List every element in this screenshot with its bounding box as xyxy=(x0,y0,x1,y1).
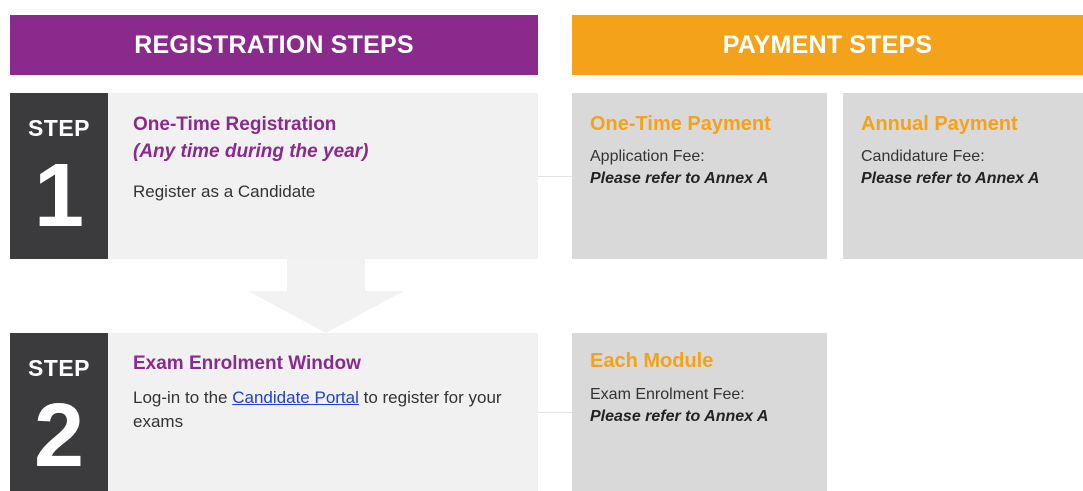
payment-steps-banner: PAYMENT STEPS xyxy=(572,15,1083,75)
fee-label: Application Fee: xyxy=(590,148,705,165)
payment-title: Each Module xyxy=(590,350,714,372)
step-2-description: Log-in to the Candidate Portal to regist… xyxy=(133,386,533,434)
registration-steps-banner: REGISTRATION STEPS xyxy=(10,15,538,75)
fee-value: Please refer to Annex A xyxy=(590,170,769,187)
step-1-panel: One-Time Registration (Any time during t… xyxy=(108,93,538,259)
step-2-tab: STEP 2 xyxy=(10,333,108,491)
step-number: 2 xyxy=(33,386,85,486)
payment-title: One-Time Payment xyxy=(590,113,771,135)
each-module-card: Each Module Exam Enrolment Fee: Please r… xyxy=(572,333,827,491)
connector-line xyxy=(538,412,572,413)
annual-payment-card: Annual Payment Candidature Fee: Please r… xyxy=(843,93,1083,259)
fee-value: Please refer to Annex A xyxy=(590,408,769,425)
step-1-subtitle: (Any time during the year) xyxy=(133,141,369,162)
step-word: STEP xyxy=(27,115,91,141)
payment-title: Annual Payment xyxy=(861,113,1018,135)
step-2-title: Exam Enrolment Window xyxy=(133,353,361,374)
arrow-down-icon xyxy=(248,259,404,333)
fee-label: Candidature Fee: xyxy=(861,148,985,165)
step-1-tab: STEP 1 xyxy=(10,93,108,259)
step-1-description: Register as a Candidate xyxy=(133,182,316,201)
one-time-payment-card: One-Time Payment Application Fee: Please… xyxy=(572,93,827,259)
desc-text-before: Log-in to the xyxy=(133,388,233,407)
fee-label: Exam Enrolment Fee: xyxy=(590,386,745,403)
candidate-portal-link[interactable]: Candidate Portal xyxy=(232,388,359,407)
connector-line xyxy=(538,176,572,177)
step-number: 1 xyxy=(33,146,85,246)
step-1-title: One-Time Registration xyxy=(133,114,337,135)
step-2-panel: Exam Enrolment Window Log-in to the Cand… xyxy=(108,333,538,491)
step-word: STEP xyxy=(27,355,91,381)
fee-value: Please refer to Annex A xyxy=(861,170,1040,187)
